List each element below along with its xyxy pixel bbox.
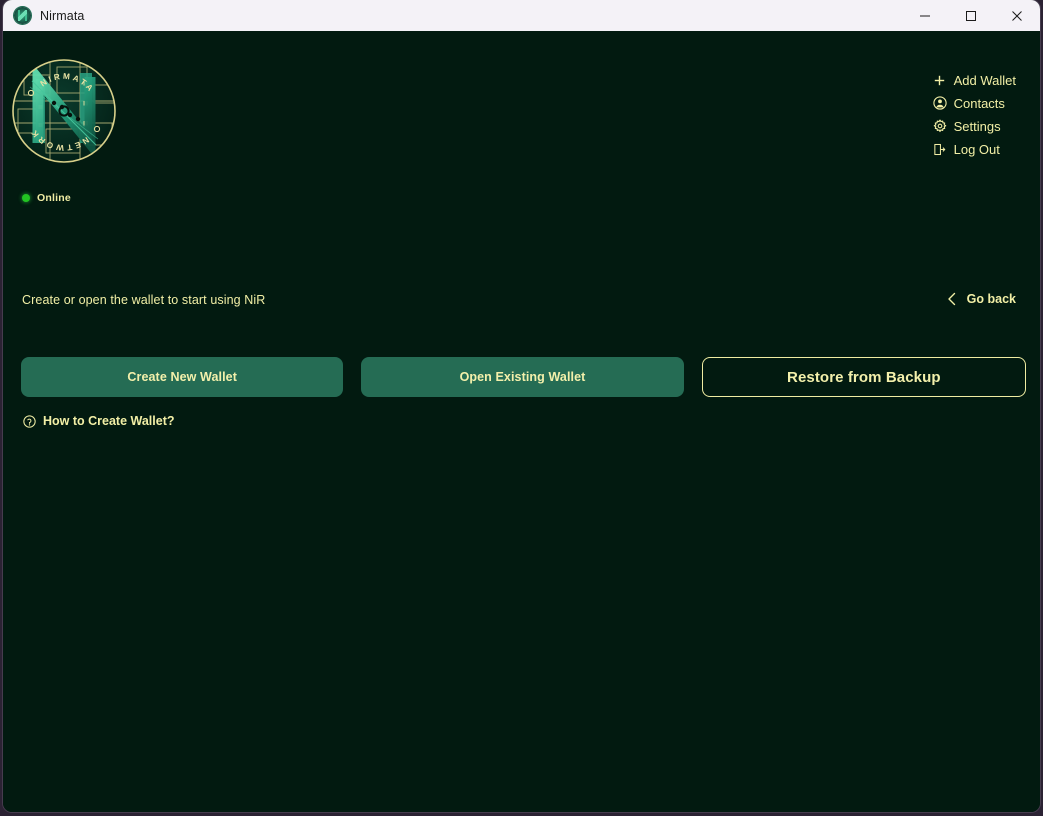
open-existing-wallet-button[interactable]: Open Existing Wallet [361,357,683,397]
maximize-button[interactable] [948,0,994,31]
nav-label-settings: Settings [954,120,1001,133]
nav-item-log-out[interactable]: Log Out [933,142,1000,156]
open-existing-wallet-label: Open Existing Wallet [460,370,586,384]
go-back-button[interactable]: Go back [945,292,1016,306]
close-icon [1011,10,1023,22]
maximize-icon [965,10,977,22]
plus-icon [933,73,947,87]
create-new-wallet-label: Create New Wallet [127,370,237,384]
wallet-action-buttons: Create New Wallet Open Existing Wallet R… [21,357,1026,397]
title-bar-left: Nirmata [3,7,84,24]
chevron-left-icon [945,292,959,306]
nav-item-settings[interactable]: Settings [933,119,1001,133]
how-to-create-wallet-label: How to Create Wallet? [43,414,175,428]
brand-logo: NIRMATA NETWORK [10,57,118,165]
restore-from-backup-label: Restore from Backup [787,369,941,386]
nav-label-log-out: Log Out [954,143,1000,156]
nav-item-add-wallet[interactable]: Add Wallet [933,73,1016,87]
how-to-create-wallet-link[interactable]: How to Create Wallet? [22,414,175,428]
title-bar: Nirmata [3,0,1040,31]
top-nav-menu: Add Wallet Contacts [933,73,1016,156]
go-back-label: Go back [967,292,1016,306]
nirmata-network-emblem-icon: NIRMATA NETWORK [10,57,118,165]
nav-label-add-wallet: Add Wallet [954,74,1016,87]
screen-root: Nirmata [0,0,1043,816]
nirmata-logo-icon [14,7,31,24]
page-headline: Create or open the wallet to start using… [22,293,265,307]
window-title: Nirmata [40,9,84,23]
app-body: NIRMATA NETWORK Online [3,31,1040,812]
status-indicator-dot [22,194,30,202]
status-badge: Online [37,192,71,204]
nav-label-contacts: Contacts [954,97,1005,110]
minimize-icon [919,10,931,22]
minimize-button[interactable] [902,0,948,31]
gear-icon [933,119,947,133]
connection-status: Online [22,192,71,204]
user-circle-icon [933,96,947,110]
window-controls [902,0,1040,31]
application-window: Nirmata [3,0,1040,812]
close-button[interactable] [994,0,1040,31]
question-circle-icon [22,414,36,428]
create-new-wallet-button[interactable]: Create New Wallet [21,357,343,397]
nav-item-contacts[interactable]: Contacts [933,96,1005,110]
restore-from-backup-button[interactable]: Restore from Backup [702,357,1026,397]
logout-icon [933,142,947,156]
